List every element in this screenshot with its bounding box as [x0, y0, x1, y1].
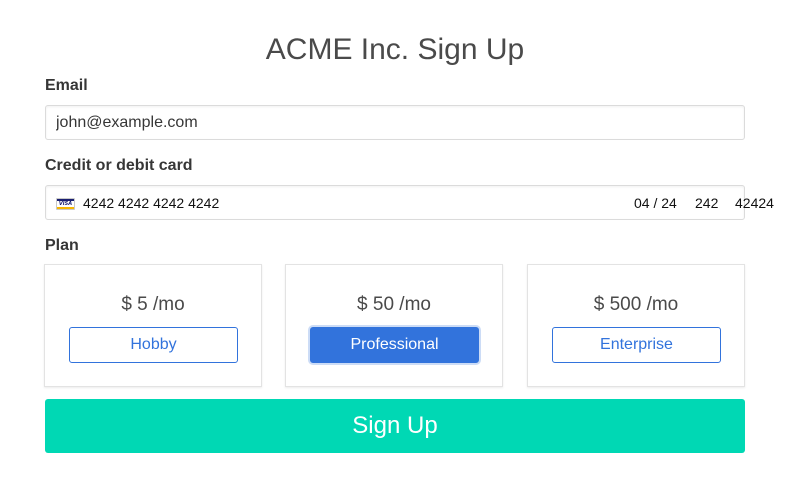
plan-card-enterprise: $ 500 /mo Enterprise [527, 264, 745, 387]
page-title: ACME Inc. Sign Up [265, 33, 525, 66]
professional-plan-button[interactable]: Professional [310, 327, 479, 363]
plan-card-hobby: $ 5 /mo Hobby [44, 264, 262, 387]
card-label: Credit or debit card [45, 157, 193, 174]
card-number-input[interactable]: 4242 4242 4242 4242 [83, 195, 219, 211]
hobby-plan-button[interactable]: Hobby [69, 327, 238, 363]
card-cvc-input[interactable]: 242 [695, 195, 718, 211]
sign-up-button[interactable]: Sign Up [45, 399, 745, 453]
visa-icon: VISA [56, 198, 75, 210]
plan-label: Plan [45, 237, 79, 254]
enterprise-plan-button[interactable]: Enterprise [552, 327, 721, 363]
plan-price: $ 50 /mo [357, 294, 431, 315]
card-expiry-input[interactable]: 04 / 24 [634, 195, 677, 211]
email-field[interactable] [45, 105, 745, 140]
signup-page: ACME Inc. Sign Up Email Credit or debit … [0, 0, 800, 500]
plan-price: $ 5 /mo [121, 294, 185, 315]
email-label: Email [45, 77, 88, 94]
card-zip-input[interactable]: 42424 [735, 195, 774, 211]
plan-card-professional: $ 50 /mo Professional [285, 264, 503, 387]
plan-price: $ 500 /mo [593, 294, 679, 315]
card-field[interactable]: VISA 4242 4242 4242 4242 04 / 24 242 424… [45, 185, 774, 220]
